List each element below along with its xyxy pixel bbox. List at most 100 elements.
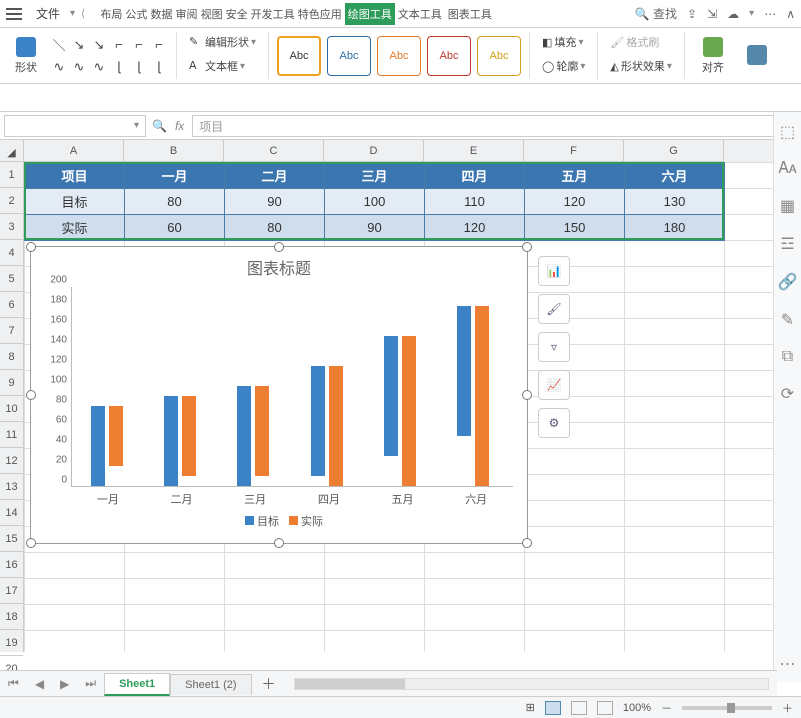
sheet-tab-active[interactable]: Sheet1 bbox=[104, 673, 170, 696]
sheet-nav-next[interactable]: ▶ bbox=[52, 677, 77, 691]
backup-pane-icon[interactable]: ⟳ bbox=[781, 384, 794, 404]
table-cell[interactable]: 90 bbox=[325, 215, 425, 241]
chart-bar[interactable] bbox=[182, 396, 196, 476]
row-header[interactable]: 16 bbox=[0, 552, 23, 578]
file-dropdown-icon[interactable]: ▾ bbox=[70, 8, 75, 19]
lookup-icon[interactable]: 🔍 bbox=[152, 119, 167, 133]
shape-style-presets[interactable]: Abc Abc Abc Abc Abc bbox=[277, 36, 521, 76]
sheet-nav-last[interactable]: ⏭ bbox=[77, 676, 104, 691]
ribbon-tab-text-tools[interactable]: 文本工具 bbox=[395, 3, 445, 25]
chart-bar[interactable] bbox=[255, 386, 269, 476]
table-header-cell[interactable]: 五月 bbox=[525, 163, 625, 189]
view-normal[interactable] bbox=[545, 701, 561, 715]
formula-input[interactable]: 项目 bbox=[192, 115, 779, 137]
view-page[interactable] bbox=[571, 701, 587, 715]
chart-elements-button[interactable]: 📊 bbox=[538, 256, 570, 286]
row-header[interactable]: 7 bbox=[0, 318, 23, 344]
chart-bar[interactable] bbox=[402, 336, 416, 486]
edit-shape-button[interactable]: ✎ 编辑形状▾ bbox=[185, 32, 260, 52]
cloud-pane-icon[interactable]: ⧉ bbox=[782, 348, 793, 366]
ribbon-tab-group[interactable]: 布局 公式 数据 审阅 视图 安全 开发工具 特色应用 bbox=[97, 3, 344, 25]
embedded-chart[interactable]: 图表标题 020406080100120140160180200 一月二月三月四… bbox=[30, 246, 528, 544]
chart-bar[interactable] bbox=[384, 336, 398, 456]
chart-type-button[interactable]: 📈 bbox=[538, 370, 570, 400]
row-header[interactable]: 18 bbox=[0, 604, 23, 630]
row-header[interactable]: 2 bbox=[0, 188, 23, 214]
row-header[interactable]: 17 bbox=[0, 578, 23, 604]
collapse-ribbon-icon[interactable]: ∧ bbox=[786, 7, 795, 21]
chart-bar[interactable] bbox=[475, 306, 489, 486]
table-header-cell[interactable]: 三月 bbox=[325, 163, 425, 189]
chart-bar[interactable] bbox=[237, 386, 251, 486]
style-preset-4[interactable]: Abc bbox=[427, 36, 471, 76]
rotate-button[interactable] bbox=[737, 32, 777, 80]
shapes-gallery-button[interactable]: 形状 bbox=[6, 32, 46, 80]
style-preset-3[interactable]: Abc bbox=[377, 36, 421, 76]
column-header[interactable]: C bbox=[224, 140, 324, 162]
table-header-cell[interactable]: 六月 bbox=[625, 163, 725, 189]
textbox-button[interactable]: 𝖠 文本框▾ bbox=[185, 56, 249, 76]
menu-icon[interactable] bbox=[6, 8, 22, 20]
row-header[interactable]: 10 bbox=[0, 396, 23, 422]
chart-bar[interactable] bbox=[164, 396, 178, 486]
format-painter-button[interactable]: 🖌 格式刷 bbox=[606, 32, 663, 52]
sheet-nav-prev[interactable]: ◀ bbox=[27, 677, 52, 691]
view-mode-toggle[interactable]: ⊞ bbox=[526, 701, 535, 714]
row-header[interactable]: 14 bbox=[0, 500, 23, 526]
ribbon-tab-chart-tools[interactable]: 图表工具 bbox=[445, 3, 495, 25]
tab-nav-prev[interactable]: ⟨ bbox=[79, 7, 87, 20]
link-pane-icon[interactable]: 🔗 bbox=[778, 272, 798, 292]
row-header[interactable]: 3 bbox=[0, 214, 23, 240]
chart-bar[interactable] bbox=[457, 306, 471, 436]
row-header[interactable]: 13 bbox=[0, 474, 23, 500]
column-headers[interactable]: ABCDEFG bbox=[24, 140, 801, 162]
align-button[interactable]: 对齐 bbox=[693, 32, 733, 80]
fx-button[interactable]: fx bbox=[175, 119, 184, 133]
export-icon[interactable]: ⇲ bbox=[707, 7, 717, 21]
horizontal-scroll-thumb[interactable] bbox=[295, 679, 405, 689]
style-preset-2[interactable]: Abc bbox=[327, 36, 371, 76]
table-cell[interactable]: 180 bbox=[625, 215, 725, 241]
horizontal-scrollbar[interactable] bbox=[294, 678, 769, 690]
format-pane-icon[interactable]: 🗛 bbox=[778, 160, 796, 178]
layout-pane-icon[interactable]: ▦ bbox=[780, 196, 795, 216]
row-header[interactable]: 5 bbox=[0, 266, 23, 292]
chart-plot-area[interactable] bbox=[71, 287, 513, 487]
table-cell[interactable]: 90 bbox=[225, 189, 325, 215]
chart-settings-button[interactable]: ⚙ bbox=[538, 408, 570, 438]
chart-styles-button[interactable]: 🖌 bbox=[538, 294, 570, 324]
table-cell[interactable]: 110 bbox=[425, 189, 525, 215]
table-cell[interactable]: 60 bbox=[125, 215, 225, 241]
chart-filters-button[interactable]: ▿ bbox=[538, 332, 570, 362]
table-cell[interactable]: 目标 bbox=[25, 189, 125, 215]
chart-bar[interactable] bbox=[91, 406, 105, 486]
table-cell[interactable]: 实际 bbox=[25, 215, 125, 241]
table-cell[interactable]: 80 bbox=[125, 189, 225, 215]
table-cell[interactable]: 120 bbox=[425, 215, 525, 241]
table-cell[interactable]: 80 bbox=[225, 215, 325, 241]
column-header[interactable]: F bbox=[524, 140, 624, 162]
table-cell[interactable]: 120 bbox=[525, 189, 625, 215]
chart-legend[interactable]: 目标实际 bbox=[31, 513, 527, 529]
row-header[interactable]: 6 bbox=[0, 292, 23, 318]
row-headers[interactable]: ◢ 123456789101112131415161718192021 bbox=[0, 140, 24, 652]
row-header[interactable]: 4 bbox=[0, 240, 23, 266]
row-header[interactable]: 11 bbox=[0, 422, 23, 448]
sheet-tab-other[interactable]: Sheet1 (2) bbox=[170, 674, 251, 695]
row-header[interactable]: 9 bbox=[0, 370, 23, 396]
chart-bar[interactable] bbox=[311, 366, 325, 476]
table-header-cell[interactable]: 二月 bbox=[225, 163, 325, 189]
edit-pane-icon[interactable]: ✎ bbox=[781, 310, 794, 330]
row-header[interactable]: 19 bbox=[0, 630, 23, 656]
view-break[interactable] bbox=[597, 701, 613, 715]
cloud-icon[interactable]: ☁ bbox=[727, 7, 739, 21]
column-header[interactable]: B bbox=[124, 140, 224, 162]
more-panes-icon[interactable]: ⋯ bbox=[780, 654, 796, 674]
name-box[interactable]: ▾ bbox=[4, 115, 146, 137]
chart-bar[interactable] bbox=[329, 366, 343, 486]
worksheet-area[interactable]: ◢ 123456789101112131415161718192021 ABCD… bbox=[0, 140, 801, 652]
table-cell[interactable]: 100 bbox=[325, 189, 425, 215]
ribbon-tab-drawing[interactable]: 绘图工具 bbox=[345, 3, 395, 25]
fill-button[interactable]: ◧ 填充▾ bbox=[538, 32, 587, 52]
table-header-cell[interactable]: 四月 bbox=[425, 163, 525, 189]
